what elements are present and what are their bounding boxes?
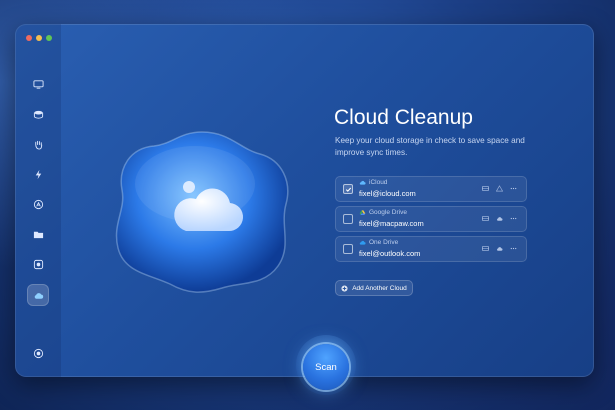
- app-window: Cloud Cleanup Keep your cloud storage in…: [15, 24, 594, 377]
- more-icon[interactable]: [510, 245, 517, 252]
- provider-name: One Drive: [369, 239, 399, 246]
- cloud-account-row-icloud[interactable]: iCloud fixel@icloud.com: [335, 176, 527, 202]
- sidebar-item-cloud-cleanup[interactable]: [27, 284, 49, 306]
- account-email: fixel@icloud.com: [359, 189, 416, 198]
- account-actions: [482, 215, 517, 222]
- cloud-sync-icon[interactable]: [496, 215, 503, 222]
- storage-icon[interactable]: [482, 215, 489, 222]
- google-drive-icon: [359, 210, 366, 215]
- cloud-accounts-list: iCloud fixel@icloud.com Google Drive fix…: [335, 176, 527, 266]
- cloud-account-row-one-drive[interactable]: One Drive fixel@outlook.com: [335, 236, 527, 262]
- more-icon[interactable]: [510, 185, 517, 192]
- account-actions: [482, 245, 517, 252]
- sidebar: [15, 24, 61, 377]
- assistant-icon: [33, 348, 43, 358]
- apps-icon: [33, 199, 43, 209]
- folder-icon: [33, 231, 43, 238]
- warning-icon[interactable]: [496, 185, 503, 192]
- account-provider: One Drive: [359, 239, 398, 246]
- sidebar-item-cleanup[interactable]: [27, 103, 49, 125]
- add-button-label: Add Another Cloud: [352, 284, 407, 292]
- sidebar-item-applications[interactable]: [27, 193, 49, 215]
- lightning-icon: [35, 169, 41, 179]
- scan-button[interactable]: Scan: [303, 344, 349, 390]
- account-checkbox[interactable]: [343, 184, 353, 194]
- zoom-window-button[interactable]: [46, 35, 52, 41]
- account-email: fixel@macpaw.com: [359, 219, 424, 228]
- account-checkbox[interactable]: [343, 214, 353, 224]
- plus-icon: [341, 284, 348, 292]
- page-subtitle: Keep your cloud storage in check to save…: [335, 136, 525, 157]
- sidebar-item-smart-care[interactable]: [27, 73, 49, 95]
- provider-name: iCloud: [369, 179, 388, 186]
- window-controls: [26, 35, 52, 41]
- more-icon[interactable]: [510, 215, 517, 222]
- storage-icon[interactable]: [482, 185, 489, 192]
- close-window-button[interactable]: [26, 35, 32, 41]
- add-another-cloud-button[interactable]: Add Another Cloud: [335, 280, 413, 296]
- hand-icon: [34, 140, 42, 150]
- page-title: Cloud Cleanup: [334, 106, 473, 129]
- cloud-account-row-google-drive[interactable]: Google Drive fixel@macpaw.com: [335, 206, 527, 232]
- cloud-hero-illustration: [115, 131, 289, 293]
- provider-name: Google Drive: [369, 209, 407, 216]
- cloud-icon: [34, 292, 43, 299]
- monitor-icon: [32, 79, 44, 89]
- lens-icon: [33, 259, 43, 269]
- sidebar-assistant[interactable]: [27, 342, 49, 364]
- disk-icon: [33, 110, 43, 119]
- sidebar-item-space-lens[interactable]: [27, 253, 49, 275]
- icloud-icon: [359, 180, 366, 185]
- scan-label: Scan: [315, 361, 337, 373]
- account-checkbox[interactable]: [343, 244, 353, 254]
- checkmark-icon: [345, 187, 351, 192]
- onedrive-icon: [359, 240, 366, 245]
- account-email: fixel@outlook.com: [359, 249, 421, 258]
- account-provider: iCloud: [359, 179, 387, 186]
- sidebar-item-performance[interactable]: [27, 163, 49, 185]
- sidebar-item-protection[interactable]: [27, 133, 49, 155]
- sidebar-item-my-clutter[interactable]: [27, 223, 49, 245]
- minimize-window-button[interactable]: [36, 35, 42, 41]
- account-provider: Google Drive: [359, 209, 407, 216]
- cloud-sync-icon[interactable]: [496, 245, 503, 252]
- account-actions: [482, 185, 517, 192]
- storage-icon[interactable]: [482, 245, 489, 252]
